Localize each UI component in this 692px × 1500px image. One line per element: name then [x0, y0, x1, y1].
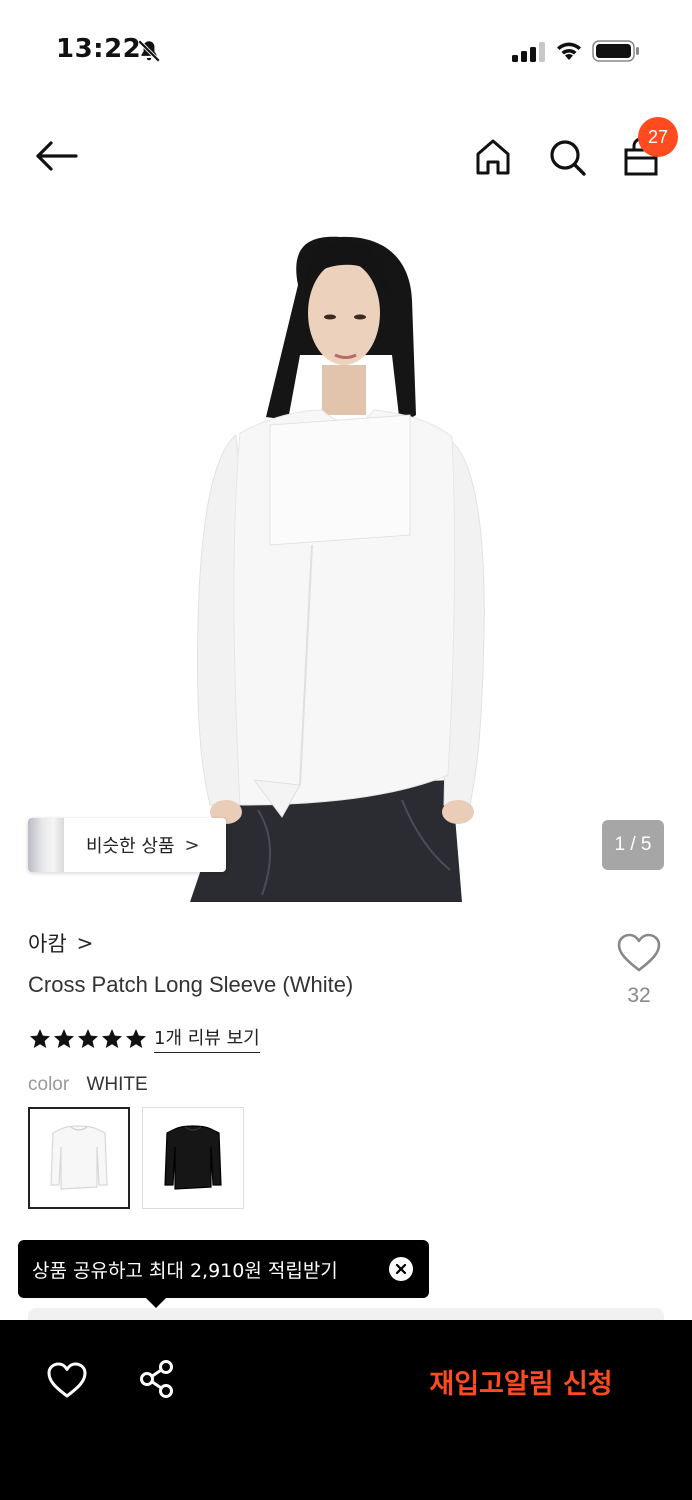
back-button[interactable]	[30, 134, 82, 178]
close-icon	[395, 1263, 407, 1275]
signal-icon	[512, 42, 545, 62]
battery-icon	[592, 40, 639, 62]
brand-name: 아캄	[28, 932, 67, 956]
black-shirt-thumbnail	[164, 1125, 222, 1190]
product-image-gallery[interactable]	[0, 205, 692, 902]
similar-products-button[interactable]: 비슷한 상품 >	[28, 818, 226, 872]
search-icon[interactable]	[544, 134, 590, 180]
color-value: WHITE	[86, 1074, 148, 1095]
product-title: Cross Patch Long Sleeve (White)	[28, 972, 354, 997]
back-arrow-icon	[36, 141, 78, 171]
status-bar: 13:22	[0, 0, 692, 100]
tooltip-text: 상품 공유하고 최대 2,910원 적립받기	[32, 1259, 338, 1282]
product-photo	[190, 236, 485, 902]
swatch-black[interactable]	[142, 1107, 244, 1209]
swatch-white[interactable]	[28, 1107, 130, 1209]
review-link[interactable]: 1개 리뷰 보기	[154, 1024, 260, 1053]
brand-link[interactable]: 아캄 >	[28, 928, 93, 958]
status-time: 13:22	[56, 34, 142, 64]
image-page-indicator: 1 / 5	[602, 820, 664, 870]
heart-icon[interactable]	[46, 1360, 88, 1402]
star-rating	[28, 1027, 148, 1051]
wifi-icon	[557, 42, 581, 60]
color-label: color	[28, 1074, 70, 1095]
star-icon	[126, 1028, 146, 1048]
rating-row: 1개 리뷰 보기	[28, 1024, 260, 1053]
cart-count-badge: 27	[638, 117, 678, 157]
chevron-right-icon: >	[76, 931, 94, 955]
color-swatches	[28, 1107, 256, 1209]
white-shirt-thumbnail	[50, 1125, 108, 1190]
share-reward-tooltip: 상품 공유하고 최대 2,910원 적립받기	[18, 1240, 429, 1308]
like-widget: 32	[614, 932, 664, 1008]
star-icon	[78, 1028, 98, 1048]
share-icon[interactable]	[136, 1358, 178, 1400]
chevron-right-icon: >	[184, 834, 200, 856]
bottom-action-bar: 재입고알림 신청	[0, 1320, 692, 1500]
top-nav	[0, 110, 692, 200]
heart-outline-icon[interactable]	[616, 932, 662, 974]
similar-product-thumbnail	[28, 818, 64, 872]
star-icon	[102, 1028, 122, 1048]
star-icon	[30, 1028, 50, 1048]
tooltip-close-button[interactable]	[389, 1257, 413, 1281]
home-icon[interactable]	[470, 134, 516, 180]
restock-notification-button[interactable]: 재입고알림 신청	[390, 1350, 652, 1412]
color-row: color WHITE	[28, 1074, 148, 1096]
bell-muted-icon	[137, 39, 161, 63]
similar-products-label: 비슷한 상품	[86, 836, 175, 857]
star-icon	[54, 1028, 74, 1048]
like-count: 32	[627, 984, 651, 1007]
tooltip-arrow	[146, 1298, 166, 1308]
